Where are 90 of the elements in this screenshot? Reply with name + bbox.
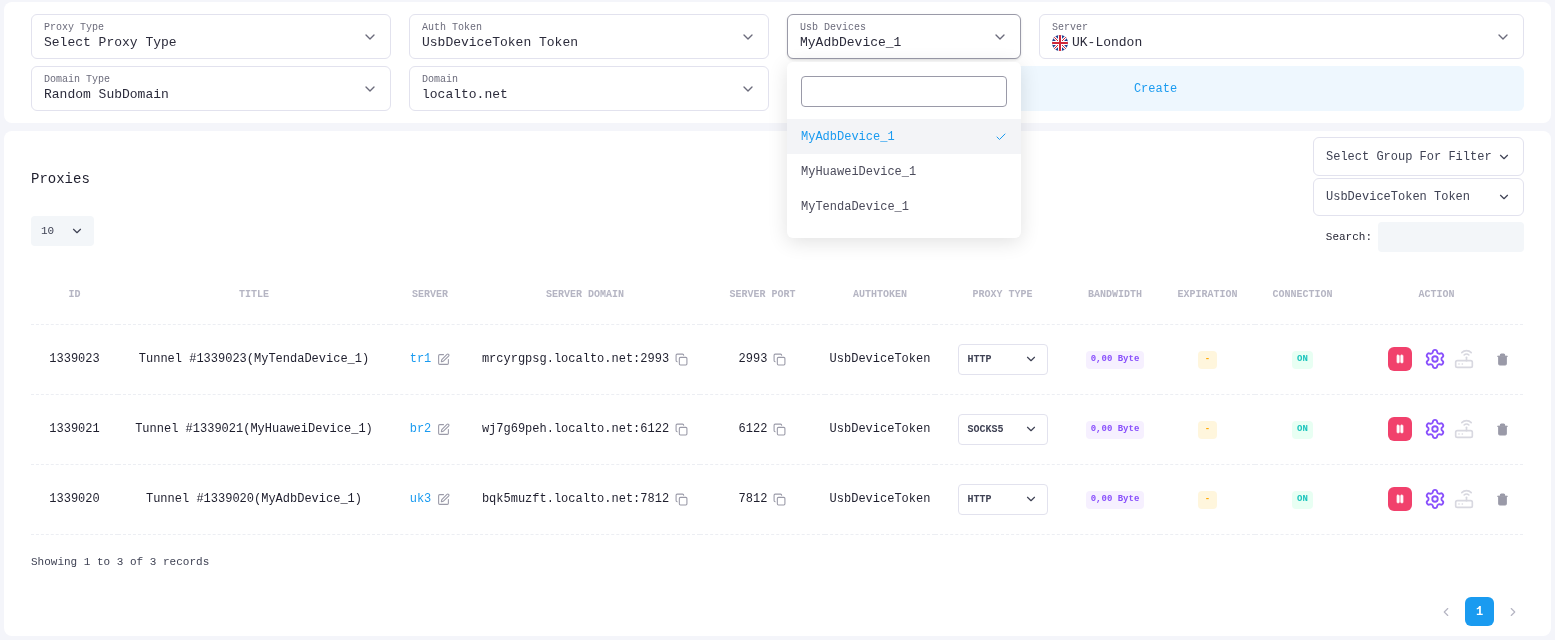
copy-icon[interactable] (675, 492, 689, 506)
select-field[interactable]: Usb Devices MyAdbDevice_1 (787, 14, 1021, 59)
table-cell: UsbDeviceToken (825, 394, 935, 464)
settings-icon[interactable] (1424, 418, 1446, 440)
field-value: MyAdbDevice_1 (800, 34, 902, 51)
pause-button[interactable] (1388, 487, 1412, 511)
router-icon[interactable] (1454, 349, 1474, 369)
dropdown-search-field[interactable] (801, 76, 1007, 107)
edit-icon[interactable] (437, 492, 451, 506)
column-header: SERVER (390, 266, 470, 324)
flag-icon (1052, 34, 1068, 51)
table-cell-text: wj7g69peh.localto.net:6122 (481, 421, 670, 438)
dropdown-option[interactable]: MyHuaweiDevice_1 (787, 154, 1021, 189)
copy-icon[interactable] (773, 422, 787, 436)
column-header: ID (31, 266, 118, 324)
field-label: Server (1052, 22, 1089, 35)
settings-icon[interactable] (1424, 488, 1446, 510)
delete-icon[interactable] (1496, 422, 1509, 436)
column-header: PROXY TYPE (935, 266, 1070, 324)
settings-icon[interactable] (1424, 348, 1446, 370)
copy-icon[interactable] (773, 492, 787, 506)
table-cell-text: 2993 (738, 351, 768, 368)
copy-icon[interactable] (773, 352, 787, 366)
select-field[interactable]: Auth Token UsbDeviceToken Token (409, 14, 769, 59)
field-value: Random SubDomain (44, 86, 169, 103)
pause-button[interactable] (1388, 417, 1412, 441)
table-cell-text: bqk5muzft.localto.net:7812 (481, 491, 670, 508)
field-label: Domain (422, 74, 459, 87)
router-icon[interactable] (1454, 489, 1474, 509)
bandwidth-badge: 0,00 Byte (1085, 491, 1145, 509)
delete-icon[interactable] (1496, 492, 1509, 506)
records-info: Showing 1 to 3 of 3 records (31, 554, 211, 570)
select-field[interactable]: Domain Type Random SubDomain (31, 66, 391, 111)
field-label: Domain Type (44, 74, 111, 87)
table-cell: UsbDeviceToken (825, 324, 935, 394)
expiration-badge: - (1197, 491, 1218, 509)
table-cell-text: 6122 (738, 421, 768, 438)
expiration-badge: - (1197, 421, 1218, 439)
table-cell: Tunnel #1339023(MyTendaDevice_1) (118, 324, 390, 394)
table-cell: Tunnel #1339020(MyAdbDevice_1) (118, 464, 390, 534)
search-label: Search: (1325, 229, 1372, 245)
table-cell: Tunnel #1339021(MyHuaweiDevice_1) (118, 394, 390, 464)
copy-icon[interactable] (675, 352, 689, 366)
select-field[interactable]: Domain localto.net (409, 66, 769, 111)
table-cell-text: mrcyrgpsg.localto.net:2993 (481, 351, 670, 368)
column-header: AUTHTOKEN (825, 266, 935, 324)
delete-icon[interactable] (1496, 352, 1509, 366)
proxy-type-select[interactable]: SOCKS5 (957, 413, 1048, 445)
proxy-type-select[interactable]: HTTP (957, 483, 1048, 515)
edit-icon[interactable] (437, 422, 451, 436)
token-filter-select[interactable]: UsbDeviceToken Token (1313, 178, 1524, 216)
connection-badge: ON (1292, 351, 1313, 369)
section-title: Proxies (31, 170, 91, 189)
edit-icon[interactable] (437, 352, 451, 366)
column-header: CONNECTION (1255, 266, 1350, 324)
bandwidth-badge: 0,00 Byte (1085, 421, 1145, 439)
table-cell: 1339021 (31, 394, 118, 464)
select-field[interactable]: Server UK-London (1039, 14, 1524, 59)
expiration-badge: - (1197, 351, 1218, 369)
table-cell: 1339023 (31, 324, 118, 394)
column-header: SERVER PORT (700, 266, 825, 324)
dropdown-option[interactable]: MyTendaDevice_1 (787, 189, 1021, 224)
pause-icon (1395, 424, 1405, 434)
pause-button[interactable] (1388, 347, 1412, 371)
field-label: Usb Devices (800, 22, 867, 35)
connection-badge: ON (1292, 491, 1313, 509)
table-cell: UsbDeviceToken (825, 464, 935, 534)
connection-badge: ON (1292, 421, 1313, 439)
pause-icon (1395, 354, 1405, 364)
pause-icon (1395, 494, 1405, 504)
bandwidth-badge: 0,00 Byte (1085, 351, 1145, 369)
column-header: SERVER DOMAIN (470, 266, 700, 324)
column-header: BANDWIDTH (1070, 266, 1160, 324)
column-header: ACTION (1350, 266, 1523, 324)
column-header: TITLE (118, 266, 390, 324)
field-value: localto.net (422, 86, 508, 103)
column-header: EXPIRATION (1160, 266, 1255, 324)
select-field[interactable]: Proxy Type Select Proxy Type (31, 14, 391, 59)
table-cell-text: 7812 (738, 491, 768, 508)
group-filter-select[interactable]: Select Group For Filter (1313, 137, 1524, 176)
field-value: UK-London (1072, 34, 1143, 51)
field-label: Proxy Type (44, 22, 105, 35)
field-value: Select Proxy Type (44, 34, 177, 51)
copy-icon[interactable] (675, 422, 689, 436)
page-size-select[interactable]: 10 (31, 216, 94, 246)
field-value: UsbDeviceToken Token (422, 34, 579, 51)
table-cell: 1339020 (31, 464, 118, 534)
field-label: Auth Token (422, 22, 483, 35)
router-icon[interactable] (1454, 419, 1474, 439)
proxy-type-select[interactable]: HTTP (957, 343, 1048, 375)
